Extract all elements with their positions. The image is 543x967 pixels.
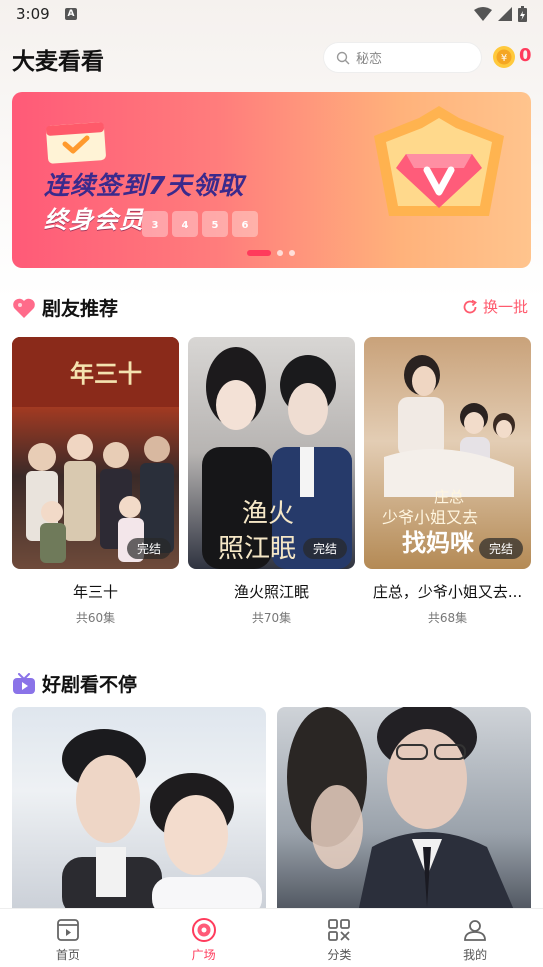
drama-card[interactable]: 庄总 少爷小姐又去 找妈咪 完结 庄总，少爷小姐又去... 共68集	[364, 337, 531, 626]
drama-poster[interactable]: 庄总 少爷小姐又去 找妈咪 完结	[364, 337, 531, 569]
nav-profile[interactable]: 我的	[407, 909, 543, 967]
drama-title[interactable]: 年三十	[12, 581, 179, 602]
search-placeholder: 秘恋	[356, 52, 383, 67]
poster-title-text: 找妈咪	[402, 528, 475, 557]
nav-label: 我的	[463, 948, 488, 962]
search-icon	[336, 51, 350, 64]
episode-count: 共70集	[251, 611, 292, 625]
search-input[interactable]: 秘恋	[324, 43, 481, 72]
banner-dot[interactable]	[289, 250, 295, 256]
refresh-icon	[463, 299, 477, 313]
user-icon	[464, 920, 487, 941]
drama-poster[interactable]: 年三十 完结	[12, 337, 179, 569]
drama-poster-large[interactable]	[12, 707, 266, 917]
status-badge: 完结	[302, 538, 347, 559]
banner-headline: 连续签到7天领取	[44, 171, 245, 200]
nav-label: 首页	[55, 948, 80, 962]
disc-icon	[191, 918, 216, 942]
poster-title-text: 照江眠	[218, 534, 296, 564]
refresh-button[interactable]: 换一批	[462, 296, 528, 317]
refresh-label: 换一批	[483, 298, 529, 316]
wifi-icon	[474, 7, 492, 21]
section-title: 剧友推荐	[42, 298, 119, 320]
drama-title[interactable]: 渔火照江眠	[188, 581, 355, 602]
drama-card[interactable]: 年三十 完结 年三十 共60集	[12, 337, 179, 626]
banner-day: 3	[142, 211, 168, 237]
banner-dot-active[interactable]	[247, 250, 271, 256]
nav-home[interactable]: 首页	[0, 909, 136, 967]
banner-day: 5	[202, 211, 228, 237]
status-time: 3:09	[16, 5, 50, 23]
poster-art: 庄总 少爷小姐又去 找妈咪	[382, 355, 515, 557]
heart-icon	[13, 298, 35, 318]
poster-art	[287, 707, 517, 917]
bottom-nav: 首页 广场 分类 我的	[0, 908, 543, 967]
status-bar: 3:09 A	[0, 0, 543, 30]
poster-title-text: 渔火	[242, 499, 294, 529]
app-title: 大麦看看	[12, 49, 104, 75]
episode-count: 共68集	[427, 611, 468, 625]
grid-icon	[328, 919, 351, 941]
nav-plaza[interactable]: 广场	[136, 909, 272, 967]
drama-card[interactable]: 渔火 照江眠 完结 渔火照江眠 共70集	[188, 337, 355, 626]
section-recommend-header: 剧友推荐	[12, 294, 118, 321]
drama-title[interactable]: 庄总，少爷小姐又去...	[364, 581, 531, 602]
banner-day: 6	[232, 211, 258, 237]
banner-subheadline: 终身会员	[44, 206, 144, 234]
status-badge: 完结	[126, 538, 171, 559]
nav-category[interactable]: 分类	[272, 909, 408, 967]
banner-days: 3 4 5 6	[142, 211, 258, 237]
signal-icon	[498, 7, 512, 21]
promo-banner[interactable]: 连续签到7天领取 终身会员 3 4 5 6	[12, 92, 531, 268]
drama-poster-large[interactable]	[277, 707, 531, 917]
vip-gem-icon	[374, 106, 504, 216]
coin-icon[interactable]: ¥	[493, 46, 515, 68]
banner-pagination	[247, 250, 295, 256]
poster-title-text: 少爷小姐又去	[382, 508, 478, 527]
poster-art: 年三十	[12, 337, 179, 563]
banner-day: 4	[172, 211, 198, 237]
banner-dot[interactable]	[277, 250, 283, 256]
nav-label: 广场	[191, 948, 216, 962]
poster-title-text: 年三十	[70, 359, 142, 388]
poster-art	[62, 729, 262, 917]
svg-text:¥: ¥	[501, 53, 507, 64]
home-play-icon	[56, 919, 79, 941]
section-title: 好剧看不停	[42, 674, 138, 696]
tv-icon	[13, 672, 35, 694]
nav-label: 分类	[327, 948, 352, 962]
coin-count: 0	[519, 45, 532, 66]
status-badge: 完结	[478, 538, 523, 559]
status-icons	[474, 6, 527, 22]
section-nonstop-header: 好剧看不停	[12, 670, 137, 697]
poster-title-text: 庄总	[434, 488, 464, 506]
poster-art: 渔火 照江眠	[202, 347, 352, 569]
drama-poster[interactable]: 渔火 照江眠 完结	[188, 337, 355, 569]
battery-icon	[518, 6, 527, 22]
calendar-check-icon	[46, 122, 106, 164]
episode-count: 共60集	[75, 611, 116, 625]
notification-icon: A	[65, 8, 77, 20]
